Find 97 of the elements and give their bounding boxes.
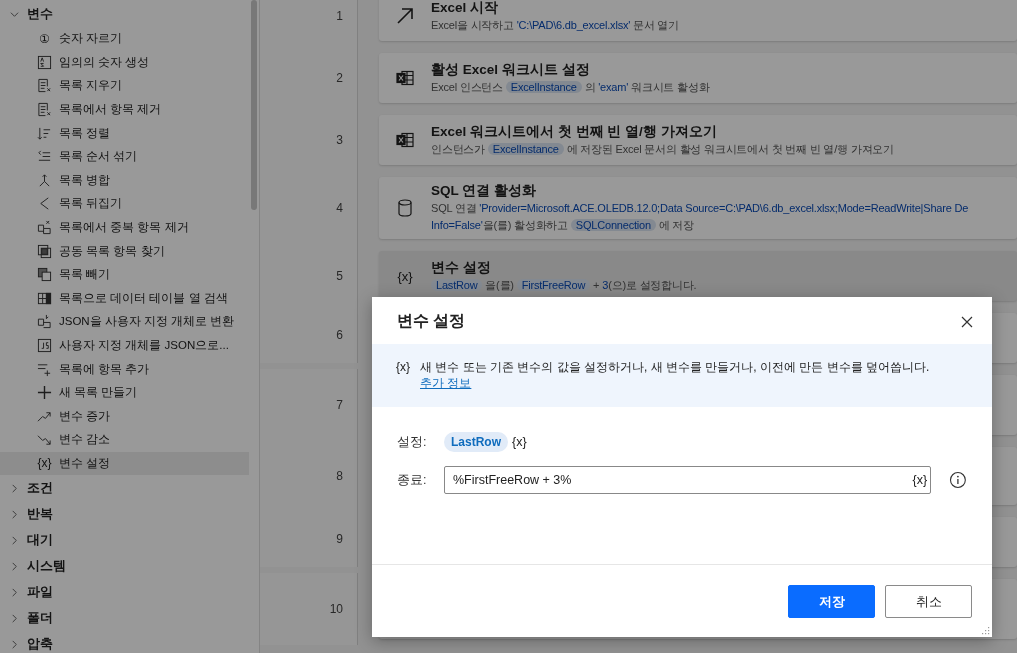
info-icon[interactable] bbox=[949, 471, 967, 489]
action-description: Excel을 시작하고 'C:\PAD\6.db_excel.xlsx' 문서 열기 bbox=[431, 17, 680, 33]
line-number: 9 bbox=[336, 532, 343, 546]
action-item[interactable]: 목록 정렬 bbox=[0, 121, 249, 145]
line-number: 6 bbox=[336, 328, 343, 342]
value-field[interactable]: %FirstFreeRow + 3% {x} bbox=[444, 466, 932, 494]
line-number: 10 bbox=[329, 602, 343, 616]
category-item[interactable]: 폴더 bbox=[0, 605, 249, 632]
action-description: SQL 연결 'Provider=Microsoft.ACE.OLEDB.12.0;Data Source=C:\PAD\6.db_excel.xlsx;Mode=ReadWrite|Share De bbox=[431, 201, 969, 216]
save-button[interactable]: 저장 bbox=[788, 585, 875, 618]
action-item[interactable]: 목록으로 데이터 테이블 열 검색 bbox=[0, 286, 249, 311]
action-item[interactable]: JSON을 사용자 지정 개체로 변환 bbox=[0, 310, 249, 334]
action-icon bbox=[37, 385, 52, 401]
chevron-right-icon bbox=[10, 561, 19, 571]
line-number: 4 bbox=[336, 201, 343, 215]
action-icon: ① bbox=[37, 31, 52, 46]
action-icon bbox=[37, 432, 52, 448]
action-item[interactable]: 목록 순서 섞기 bbox=[0, 144, 249, 169]
action-item[interactable]: 목록에 항목 추가 bbox=[0, 357, 249, 381]
chevron-right-icon bbox=[10, 639, 19, 649]
action-icon bbox=[37, 361, 52, 377]
action-card[interactable]: Excel 워크시트에서 첫 번째 빈 열/행 가져오기 인스턴스가 ExcelInstance 에 저장된 Excel 문서의 활성 워크시트에서 첫 번째 빈 열/행 가져오기 bbox=[379, 115, 1017, 165]
line-number: 7 bbox=[336, 398, 343, 412]
action-item[interactable]: 변수 감소 bbox=[0, 428, 249, 452]
action-description: LastRow 을(를) FirstFreeRow + 3(으)로 설정합니다. bbox=[431, 276, 697, 294]
action-icon bbox=[37, 172, 52, 188]
category-item[interactable]: 조건 bbox=[0, 475, 249, 502]
action-item[interactable]: 사용자 지정 개체를 JSON으로... bbox=[0, 333, 249, 358]
chevron-right-icon bbox=[10, 483, 19, 493]
action-description: Info=False'을(를) 활성화하고 SQLConnection 에 저장 bbox=[431, 218, 695, 233]
action-title: 활성 Excel 워크시트 설정 bbox=[431, 60, 591, 79]
spreadsheet-icon bbox=[396, 132, 414, 148]
action-icon bbox=[37, 54, 52, 70]
chevron-right-icon bbox=[10, 587, 19, 597]
action-title: Excel 워크시트에서 첫 번째 빈 열/행 가져오기 bbox=[431, 122, 718, 141]
scrollbar-thumb[interactable] bbox=[251, 0, 257, 210]
action-icon bbox=[37, 220, 52, 236]
action-title: SQL 연결 활성화 bbox=[431, 182, 537, 200]
spreadsheet-icon bbox=[396, 70, 414, 86]
chevron-right-icon bbox=[10, 509, 19, 519]
action-item[interactable]: 변수 증가 bbox=[0, 404, 249, 429]
action-icon bbox=[37, 243, 52, 259]
field-label: 종료: bbox=[397, 471, 428, 489]
variable-icon[interactable]: {x} bbox=[512, 435, 527, 449]
dialog-title: 변수 설정 bbox=[397, 311, 466, 331]
action-icon: {x} bbox=[37, 456, 52, 471]
line-number: 2 bbox=[336, 71, 343, 85]
chevron-down-icon bbox=[10, 9, 19, 19]
action-item[interactable]: {x} 변수 설정 bbox=[0, 451, 249, 476]
action-description: 인스턴스가 ExcelInstance 에 저장된 Excel 문서의 활성 워크시트에서 첫 번째 빈 열/행 가져오기 bbox=[431, 141, 894, 157]
action-icon bbox=[37, 267, 52, 283]
more-info-link[interactable]: 추가 정보 bbox=[420, 375, 472, 391]
variable-icon: {x} bbox=[396, 359, 410, 391]
action-card[interactable]: 활성 Excel 워크시트 설정 Excel 인스턴스 ExcelInstance 의 'exam' 워크시트 활성화 bbox=[379, 53, 1017, 103]
action-item[interactable]: 공동 목록 항목 찾기 bbox=[0, 239, 249, 263]
variable-icon: {x} bbox=[397, 268, 413, 284]
action-item[interactable]: 임의의 숫자 생성 bbox=[0, 50, 249, 75]
action-icon bbox=[37, 314, 52, 330]
action-icon bbox=[37, 338, 52, 353]
category-item[interactable]: 반복 bbox=[0, 501, 249, 528]
category-item[interactable]: 파일 bbox=[0, 579, 249, 606]
line-number: 8 bbox=[336, 469, 343, 483]
action-description: Excel 인스턴스 ExcelInstance 의 'exam' 워크시트 활성화 bbox=[431, 79, 710, 95]
action-item[interactable]: ① 숫자 자르기 bbox=[0, 27, 249, 51]
chevron-right-icon bbox=[10, 535, 19, 545]
info-text: 새 변수 또는 기존 변수의 값을 설정하거나, 새 변수를 만들거나, 이전에 만든 변수를 덮어씁니다. bbox=[420, 359, 930, 375]
line-number: 1 bbox=[336, 9, 343, 23]
arrow-icon bbox=[396, 7, 414, 25]
field-label: 설정: bbox=[397, 433, 428, 451]
action-item[interactable]: 목록 병합 bbox=[0, 168, 249, 193]
line-number: 3 bbox=[336, 133, 343, 147]
variable-chip[interactable]: LastRow bbox=[444, 432, 508, 452]
action-icon bbox=[37, 102, 52, 118]
cancel-button[interactable]: 취소 bbox=[885, 585, 972, 618]
action-icon bbox=[37, 78, 52, 94]
action-card[interactable]: SQL 연결 활성화 SQL 연결 'Provider=Microsoft.ACE.OLEDB.12.0;Data Source=C:\PAD\6.db_excel.xlsx;Mode=ReadWrite|Share De Info=False'을(를) 활성화하고 SQLConnection 에 저장 bbox=[379, 177, 1017, 239]
category-item[interactable]: 압축 bbox=[0, 631, 249, 653]
chevron-right-icon bbox=[10, 613, 19, 623]
action-item[interactable]: 목록 지우기 bbox=[0, 74, 249, 98]
action-item[interactable]: 목록에서 중복 항목 제거 bbox=[0, 215, 249, 240]
category-item[interactable]: 대기 bbox=[0, 527, 249, 554]
action-item[interactable]: 목록 뒤집기 bbox=[0, 192, 249, 216]
action-title: 변수 설정 bbox=[431, 258, 492, 277]
action-icon bbox=[37, 290, 52, 306]
category-item[interactable]: 변수 bbox=[0, 1, 249, 27]
action-card[interactable]: Excel 시작 Excel을 시작하고 'C:\PAD\6.db_excel.xlsx' 문서 열기 bbox=[379, 0, 1017, 41]
action-item[interactable]: 목록 빼기 bbox=[0, 262, 249, 287]
resize-grip-icon[interactable] bbox=[980, 625, 990, 635]
close-icon[interactable] bbox=[961, 315, 973, 328]
line-number: 5 bbox=[336, 269, 343, 283]
action-title: Excel 시작 bbox=[431, 0, 500, 17]
category-item[interactable]: 시스템 bbox=[0, 553, 249, 580]
action-card[interactable]: {x} 변수 설정 LastRow 을(를) FirstFreeRow + 3(으)로 설정합니다. bbox=[379, 251, 1017, 301]
action-item[interactable]: 새 목록 만들기 bbox=[0, 380, 249, 405]
action-item[interactable]: 목록에서 항목 제거 bbox=[0, 97, 249, 122]
database-icon bbox=[398, 199, 412, 217]
action-icon bbox=[37, 125, 52, 141]
